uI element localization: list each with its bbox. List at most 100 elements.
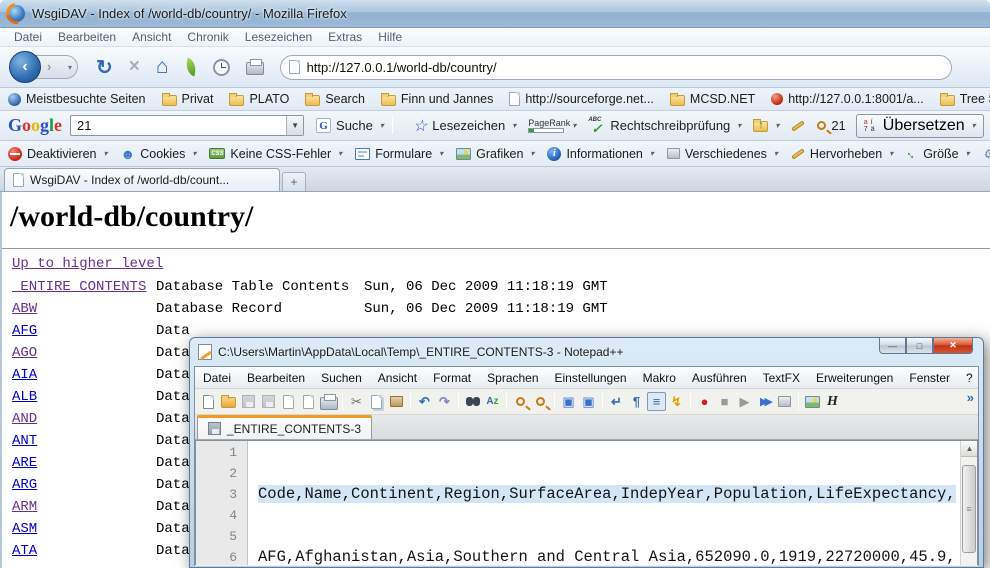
entry-link-ata[interactable]: ATA: [12, 543, 156, 559]
cut-icon[interactable]: ✂: [347, 392, 366, 411]
menu-chronik[interactable]: Chronik: [179, 30, 236, 44]
function-list-icon[interactable]: ↯: [667, 392, 686, 411]
google-lesezeichen-button[interactable]: ☆Lesezeichen▾: [413, 116, 516, 136]
paste-icon[interactable]: [387, 392, 406, 411]
bookmark-sourceforge[interactable]: http://sourceforge.net...: [509, 92, 654, 106]
restore-button[interactable]: □: [906, 338, 933, 354]
npp-menu-help[interactable]: ?: [958, 371, 981, 385]
print-button[interactable]: [246, 62, 264, 75]
entry-link-asm[interactable]: ASM: [12, 521, 156, 537]
macro-record-icon[interactable]: ●: [695, 392, 714, 411]
entry-link-arm[interactable]: ARM: [12, 499, 156, 515]
uebersetzen-button[interactable]: aí7ä Übersetzen ▾: [856, 114, 984, 138]
macro-play-icon[interactable]: ▶: [735, 392, 754, 411]
bookmark-tree-samples[interactable]: Tree Samples: [940, 92, 990, 106]
entry-link-and[interactable]: AND: [12, 411, 156, 427]
entry-link-aia[interactable]: AIA: [12, 367, 156, 383]
bookmark-search[interactable]: Search: [305, 92, 365, 106]
code-text[interactable]: Code,Name,Continent,Region,SurfaceArea,I…: [248, 441, 977, 565]
npp-menu-bearbeiten[interactable]: Bearbeiten: [239, 371, 313, 385]
copy-icon[interactable]: [367, 392, 386, 411]
search-dropdown-icon[interactable]: ▼: [286, 116, 303, 135]
bookmark-127-8001[interactable]: http://127.0.0.1:8001/a...: [771, 92, 924, 106]
menu-datei[interactable]: Datei: [6, 30, 50, 44]
menu-extras[interactable]: Extras: [320, 30, 370, 44]
sendto-button[interactable]: ▾: [753, 119, 779, 132]
new-tab-button[interactable]: +: [282, 172, 306, 191]
redo-icon[interactable]: ↷: [435, 392, 454, 411]
find-icon[interactable]: [463, 392, 482, 411]
npp-menu-suchen[interactable]: Suchen: [313, 371, 370, 385]
show-all-chars-icon[interactable]: ¶: [627, 392, 646, 411]
sync-horizontal-icon[interactable]: ▣: [579, 392, 598, 411]
npp-menu-datei[interactable]: Datei: [195, 371, 239, 385]
entry-link-entire-contents[interactable]: _ENTIRE_CONTENTS: [12, 279, 156, 295]
entry-link-abw[interactable]: ABW: [12, 301, 156, 317]
google-search-input[interactable]: 21 ▼: [70, 115, 304, 136]
minimize-button[interactable]: —: [879, 338, 906, 354]
sync-vertical-icon[interactable]: ▣: [559, 392, 578, 411]
macro-save-icon[interactable]: [775, 392, 794, 411]
npp-menu-makro[interactable]: Makro: [635, 371, 684, 385]
spellcheck-button[interactable]: Rechtschreibprüfung▾: [588, 118, 741, 134]
npp-menu-format[interactable]: Format: [425, 371, 479, 385]
npp-menu-erweiterungen[interactable]: Erweiterungen: [808, 371, 901, 385]
editor-area[interactable]: 1 2 3 4 5 6 Code,Name,Continent,Region,S…: [195, 440, 978, 565]
close-doc-icon[interactable]: [279, 392, 298, 411]
dev-grafiken[interactable]: Grafiken▾: [456, 147, 534, 161]
zoom-indicator[interactable]: 21: [817, 118, 845, 133]
reload-button[interactable]: ↻: [96, 55, 113, 80]
dev-groesse[interactable]: ↔Größe▾: [906, 147, 969, 161]
npp-menu-textfx[interactable]: TextFX: [755, 371, 808, 385]
macro-stop-icon[interactable]: ■: [715, 392, 734, 411]
save-icon[interactable]: [239, 392, 258, 411]
npp-close-document-button[interactable]: X: [981, 372, 990, 384]
feed-leaf-icon[interactable]: [182, 58, 198, 77]
url-text[interactable]: http://127.0.0.1/world-db/country/: [307, 60, 497, 75]
home-button[interactable]: ⌂: [156, 55, 169, 79]
menu-lesezeichen[interactable]: Lesezeichen: [237, 30, 320, 44]
dev-formulare[interactable]: Formulare▾: [355, 147, 443, 161]
back-button[interactable]: ‹: [9, 51, 41, 83]
scroll-up-arrow[interactable]: ▲: [961, 441, 978, 457]
history-dropdown-icon[interactable]: ▾: [68, 63, 72, 72]
macro-run-multiple-icon[interactable]: ▶▶: [755, 392, 774, 411]
npp-menu-ansicht[interactable]: Ansicht: [370, 371, 425, 385]
npp-menu-einstellungen[interactable]: Einstellungen: [547, 371, 635, 385]
open-file-icon[interactable]: [219, 392, 238, 411]
forward-button[interactable]: ›: [47, 59, 51, 74]
entry-link-alb[interactable]: ALB: [12, 389, 156, 405]
dev-cookies[interactable]: ☻Cookies▾: [121, 147, 197, 161]
close-all-icon[interactable]: [299, 392, 318, 411]
dev-css[interactable]: CSSKeine CSS-Fehler▾: [209, 147, 342, 161]
toolbar-overflow-chevron[interactable]: »: [967, 390, 974, 405]
bookmark-privat[interactable]: Privat: [162, 92, 214, 106]
highlighter-button[interactable]: [791, 124, 805, 128]
undo-icon[interactable]: ↶: [415, 392, 434, 411]
entry-link-afg[interactable]: AFG: [12, 323, 156, 339]
close-button[interactable]: ✕: [933, 338, 973, 354]
dev-extras[interactable]: ⚙Extras▾: [983, 146, 990, 162]
bookmark-mcsd[interactable]: MCSD.NET: [670, 92, 755, 106]
vertical-scrollbar[interactable]: ▲ ≡: [960, 441, 977, 565]
bookmark-finn-und-jannes[interactable]: Finn und Jannes: [381, 92, 493, 106]
zoom-out-icon[interactable]: [531, 392, 550, 411]
doc-monitor-icon[interactable]: [803, 392, 822, 411]
textfx-h-icon[interactable]: H: [823, 392, 842, 411]
google-search-value[interactable]: 21: [71, 118, 286, 133]
url-bar[interactable]: http://127.0.0.1/world-db/country/: [280, 55, 952, 80]
menu-bearbeiten[interactable]: Bearbeiten: [50, 30, 124, 44]
stop-button[interactable]: ×: [129, 56, 140, 78]
dev-hervorheben[interactable]: Hervorheben▾: [791, 147, 893, 161]
word-wrap-icon[interactable]: ↵: [607, 392, 626, 411]
indent-guide-icon[interactable]: ≡: [647, 392, 666, 411]
entry-link-ant[interactable]: ANT: [12, 433, 156, 449]
zoom-in-icon[interactable]: [511, 392, 530, 411]
pagerank-indicator[interactable]: PageRank: [528, 119, 570, 133]
print-icon[interactable]: [319, 392, 338, 411]
entry-link-ago[interactable]: AGO: [12, 345, 156, 361]
dev-verschiedenes[interactable]: Verschiedenes▾: [667, 147, 778, 161]
replace-icon[interactable]: Az: [483, 392, 502, 411]
save-all-icon[interactable]: [259, 392, 278, 411]
npp-menu-sprachen[interactable]: Sprachen: [479, 371, 546, 385]
